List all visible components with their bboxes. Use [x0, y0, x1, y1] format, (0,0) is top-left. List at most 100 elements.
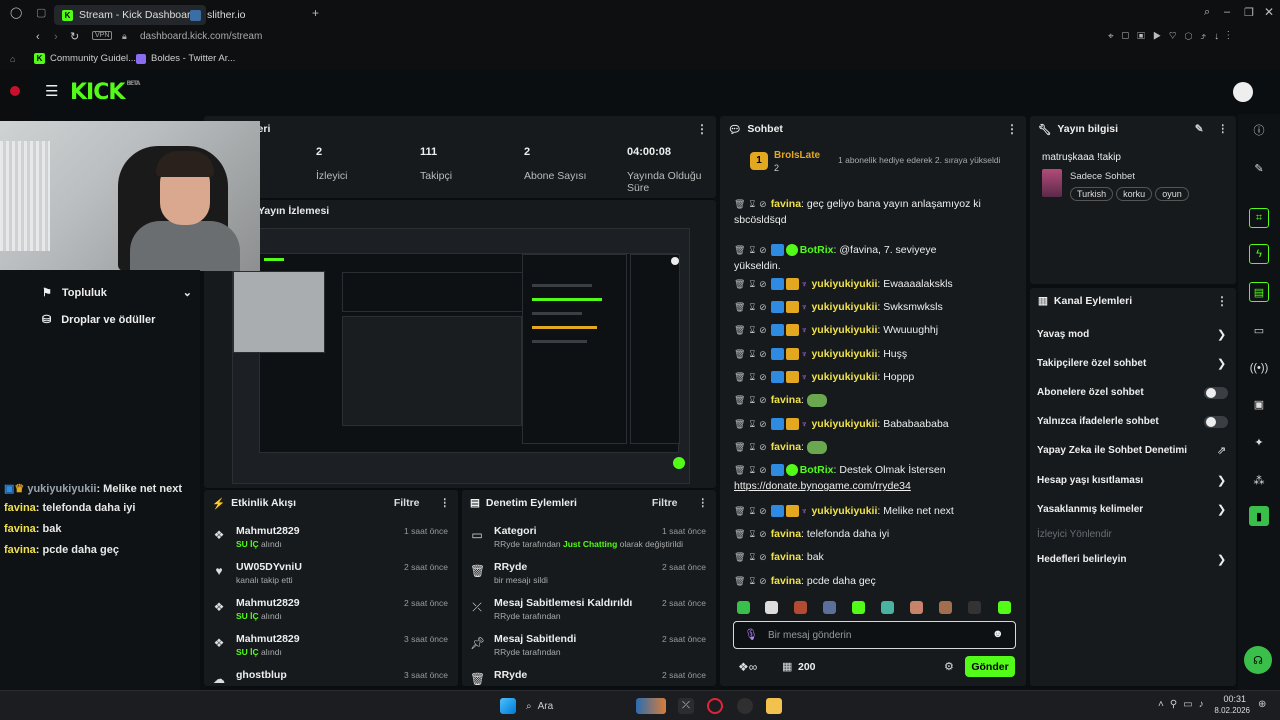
pen-icon[interactable]: ✎	[1249, 158, 1269, 178]
timeout-icon[interactable]: ⌛︎	[749, 576, 755, 586]
new-tab-icon[interactable]: +	[312, 6, 319, 20]
search-icon[interactable]: ⌕	[1204, 6, 1210, 19]
widget-icon[interactable]	[636, 698, 666, 714]
broadcast-icon[interactable]: ((•))	[1249, 358, 1269, 378]
chat-message[interactable]: 🗑︎ ⌛︎ ⊘ favina:	[734, 392, 1024, 408]
kebab-icon[interactable]: ⋮	[696, 122, 708, 136]
timeout-icon[interactable]: ⌛︎	[749, 245, 755, 255]
delete-icon[interactable]: 🗑︎	[734, 552, 745, 562]
speed-dial-icon[interactable]: ⌂	[10, 54, 15, 64]
chat-username[interactable]: BotRix	[800, 244, 834, 256]
ban-icon[interactable]: ⊘	[759, 506, 767, 516]
ban-icon[interactable]: ⊘	[759, 302, 767, 312]
chevron-right-icon[interactable]: ❯	[1217, 357, 1226, 370]
chat-message[interactable]: 🗑︎ ⌛︎ ⊘ ♆ yukiyukiyukii: Hoppp	[734, 369, 1024, 385]
chat-message[interactable]: 🗑︎ ⌛︎ ⊘ ♆ yukiyukiyukii: Wwuuughhj	[734, 322, 1024, 338]
delete-icon[interactable]: 🗑︎	[734, 442, 745, 452]
timeout-icon[interactable]: ⌛︎	[749, 349, 755, 359]
moderation-row[interactable]: 📌︎ Mesaj Sabitlendi RRyde tarafından 2 saat…	[462, 628, 716, 664]
tag[interactable]: korku	[1116, 187, 1153, 201]
tab-slither[interactable]: slither.io	[182, 5, 302, 25]
delete-icon[interactable]: 🗑︎	[734, 529, 745, 539]
channel-points-icon[interactable]: ❖∞	[738, 660, 757, 674]
ban-icon[interactable]: ⊘	[759, 552, 767, 562]
activity-row[interactable]: ❖ Mahmut2829 SU İÇ alındı 2 saat önce	[204, 592, 458, 628]
external-link-icon[interactable]: ⇗	[1217, 444, 1226, 457]
emote-icon[interactable]	[794, 601, 807, 614]
clipboard-icon[interactable]: ▤	[1249, 282, 1269, 302]
chat-message[interactable]: 🗑︎ ⌛︎ ⊘ ♆ yukiyukiyukii: Bababaababa	[734, 416, 1024, 432]
chat-username[interactable]: yukiyukiyukii	[811, 505, 877, 517]
activity-row[interactable]: ❖ Mahmut2829 SU İÇ alındı 3 saat önce	[204, 628, 458, 664]
chat-message[interactable]: 🗑︎ ⌛︎ ⊘ ♆ yukiyukiyukii: Ewaaaalakskls	[734, 276, 1024, 292]
activity-row[interactable]: ♥ UW05DYvniU kanalı takip etti 2 saat önce	[204, 556, 458, 592]
timeout-icon[interactable]: ⌛︎	[749, 302, 755, 312]
emote-icon[interactable]	[998, 601, 1011, 614]
bookmark-boldes[interactable]: Boldes - Twitter Ar...	[136, 53, 235, 64]
back-icon[interactable]: ‹	[36, 31, 40, 43]
browser-toolbar-icons[interactable]: ⌖▢▣▶♡⬡⤴↓⋮	[1108, 31, 1238, 42]
timeout-icon[interactable]: ⌛︎	[749, 419, 755, 429]
chat-username[interactable]: yukiyukiyukii	[811, 278, 877, 290]
url-field[interactable]: dashboard.kick.com/stream	[140, 31, 262, 42]
ban-icon[interactable]: ⊘	[759, 245, 767, 255]
delete-icon[interactable]: 🗑︎	[734, 465, 745, 475]
sidebar-item-drops[interactable]: ⛁ Droplar ve ödüller	[42, 313, 155, 327]
activity-row[interactable]: ❖ Mahmut2829 SU İÇ alındı 1 saat önce	[204, 520, 458, 556]
hamburger-menu-icon[interactable]: ☰	[45, 82, 58, 100]
emote-icon[interactable]	[910, 601, 923, 614]
chat-message[interactable]: 🗑︎ ⌛︎ ⊘ favina: pcde daha geç	[734, 573, 1024, 589]
chat-message[interactable]: 🗑︎ ⌛︎ ⊘ favina: telefonda daha iyi	[734, 526, 1024, 542]
chat-message[interactable]: 🗑︎ ⌛︎ ⊘ favina: geç geliyo bana yayın anlaş…	[734, 196, 1024, 228]
chat-message[interactable]: 🗑︎ ⌛︎ ⊘ ♆ yukiyukiyukii: Melike net next	[734, 503, 1024, 519]
stream-preview[interactable]	[232, 228, 690, 484]
ban-icon[interactable]: ⊘	[759, 372, 767, 382]
emote-icon[interactable]	[852, 601, 865, 614]
activity-row[interactable]: ☁ ghostblup 3 saat önce	[204, 664, 458, 686]
minimize-icon[interactable]: –	[1224, 6, 1230, 18]
chevron-right-icon[interactable]: ❯	[1217, 553, 1226, 566]
timeout-icon[interactable]: ⌛︎	[749, 442, 755, 452]
taskbar-search[interactable]: ⌕ Ara	[526, 697, 626, 715]
timeout-icon[interactable]: ⌛︎	[749, 529, 755, 539]
tag[interactable]: oyun	[1155, 187, 1189, 201]
ban-icon[interactable]: ⊘	[759, 576, 767, 586]
ban-icon[interactable]: ⊘	[759, 279, 767, 289]
app-icon[interactable]	[737, 698, 753, 714]
delete-icon[interactable]: 🗑︎	[734, 349, 745, 359]
emoji-picker-icon[interactable]: ☻	[992, 628, 1004, 640]
filter-button[interactable]: Filtre	[394, 497, 420, 509]
task-view-icon[interactable]: ⤫	[678, 698, 694, 714]
microphone-icon[interactable]: 🎙︎	[744, 628, 758, 641]
info-icon[interactable]: ⓘ	[1249, 120, 1269, 140]
chat-username[interactable]: yukiyukiyukii	[811, 371, 877, 383]
moderation-row[interactable]: ▭ Kategori RRyde tarafından Just Chatting …	[462, 520, 716, 556]
timeout-icon[interactable]: ⌛︎	[749, 552, 755, 562]
ban-icon[interactable]: ⊘	[759, 465, 767, 475]
ban-icon[interactable]: ⊘	[759, 442, 767, 452]
ban-icon[interactable]: ⊘	[759, 199, 767, 209]
timeout-icon[interactable]: ⌛︎	[749, 372, 755, 382]
delete-icon[interactable]: 🗑︎	[734, 419, 745, 429]
chat-message[interactable]: 🗑︎ ⌛︎ ⊘ BotRix: @favina, 7. seviyeye yükseld…	[734, 242, 1024, 274]
toggle-switch[interactable]	[1204, 416, 1228, 428]
chat-username[interactable]: favina	[771, 394, 801, 406]
reload-icon[interactable]: ↻	[70, 30, 79, 43]
donate-link[interactable]: https://donate.bynogame.com/rryde34	[734, 480, 911, 492]
moderation-row[interactable]: 🗑︎ RRyde 2 saat önce	[462, 664, 716, 686]
timeout-icon[interactable]: ⌛︎	[749, 325, 755, 335]
chat-username[interactable]: favina	[771, 198, 801, 210]
tab-sidebar-icon[interactable]: ▢	[36, 6, 46, 19]
kebab-icon[interactable]: ⋮	[440, 497, 451, 509]
timeout-icon[interactable]: ⌛︎	[749, 199, 755, 209]
layout-icon[interactable]: ▣	[1249, 394, 1269, 414]
kick-logo[interactable]: KICK BETA	[70, 80, 140, 105]
maximize-icon[interactable]: ❐	[1244, 6, 1254, 19]
windows-start-icon[interactable]	[500, 698, 516, 714]
chat-message[interactable]: 🗑︎ ⌛︎ ⊘ ♆ yukiyukiyukii: Swksmwksls	[734, 299, 1024, 315]
edit-icon[interactable]: ✎	[1195, 123, 1204, 135]
chat-username[interactable]: yukiyukiyukii	[811, 348, 877, 360]
kebab-icon[interactable]: ⋮	[1216, 294, 1228, 308]
app-icon[interactable]: ▮	[1249, 506, 1269, 526]
avatar[interactable]	[1233, 82, 1253, 102]
